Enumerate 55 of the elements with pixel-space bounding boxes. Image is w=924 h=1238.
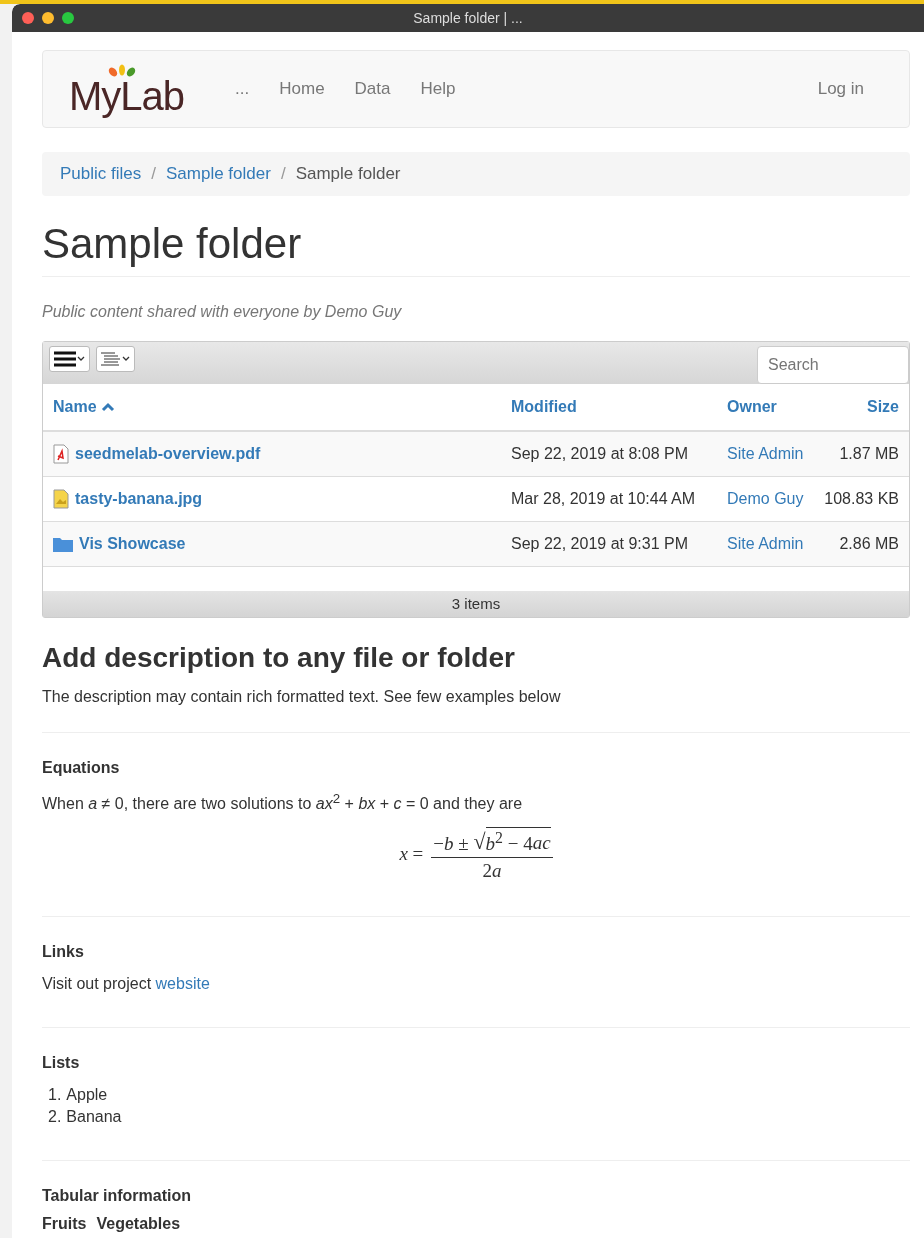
owner-link[interactable]: Demo Guy: [727, 490, 804, 508]
quadratic-formula: x = −b ± √b$^{2}$ − 4ac 2a: [398, 827, 554, 882]
caret-icon: [122, 356, 130, 362]
section-heading: Equations: [42, 759, 121, 777]
section-heading: Lists: [42, 1053, 81, 1072]
window-title: Sample folder | ...: [413, 10, 523, 26]
login-link[interactable]: Log in: [802, 79, 879, 99]
breadcrumb-separator: /: [280, 164, 286, 184]
file-name-link[interactable]: tasty-banana.jpg: [75, 490, 203, 508]
section-heading: Links: [42, 942, 85, 961]
menu-icon: [54, 351, 76, 367]
section-title: Add description to any file or folder: [42, 642, 516, 674]
list-view-button[interactable]: [49, 346, 90, 372]
image-file-icon: [53, 489, 69, 509]
subtitle: Public content shared with everyone by Demo Guy: [42, 303, 403, 321]
nav-link[interactable]: Home: [264, 79, 340, 99]
section-heading: Tabular information: [42, 1186, 193, 1205]
search-field[interactable]: Search: [757, 346, 909, 384]
breadcrumb-current-page: Sample folder: [295, 164, 401, 184]
file-name-link[interactable]: Vis Showcase: [79, 535, 186, 553]
table-header-cell: Fruits: [42, 1214, 87, 1233]
nav-link[interactable]: Help: [405, 79, 471, 99]
item-count-footer: 3 items: [43, 591, 909, 617]
nav-link[interactable]: Data: [339, 79, 406, 99]
equation-sentence: When a ≠ 0, there are two solutions to ax$^{2}$ + bx + c = 0 and they are: [42, 791, 524, 814]
website-link[interactable]: website: [155, 974, 210, 992]
close-button[interactable]: [22, 12, 34, 24]
sort-up-icon: [100, 402, 115, 412]
pdf-file-icon: [53, 444, 69, 464]
breadcrumb-separator: /: [151, 164, 156, 184]
list-item: Apple: [66, 1085, 108, 1104]
file-size: 108.83 KB: [824, 490, 899, 508]
leaves-icon: [107, 64, 137, 78]
list-marker: 2.: [48, 1107, 62, 1126]
breadcrumb-link[interactable]: Sample folder: [166, 164, 271, 184]
modified-date: Sep 22, 2019 at 9:31 PM: [511, 535, 688, 553]
maximize-button[interactable]: [62, 12, 74, 24]
caret-icon: [77, 356, 85, 362]
modified-date: Mar 28, 2019 at 10:44 AM: [511, 490, 696, 508]
nav-link[interactable]: ...: [220, 79, 265, 99]
text-lines-icon: [101, 351, 121, 367]
modified-date: Sep 22, 2019 at 8:08 PM: [511, 445, 688, 463]
link-sentence: Visit out project website: [42, 974, 211, 993]
list-item: Banana: [66, 1107, 122, 1126]
file-size: 2.86 MB: [839, 535, 899, 553]
intro-text: The description may contain rich formatted text. See few examples below: [42, 688, 562, 706]
folder-icon: [53, 536, 73, 552]
list-marker: 1.: [48, 1085, 62, 1104]
minimize-button[interactable]: [42, 12, 54, 24]
breadcrumb-link[interactable]: Public files: [60, 164, 142, 184]
columns-button[interactable]: [96, 346, 135, 372]
page-title: Sample folder: [42, 220, 910, 277]
file-name-link[interactable]: seedmelab-overview.pdf: [75, 445, 261, 463]
file-size: 1.87 MB: [839, 445, 899, 463]
table-header-cell: Vegetables: [96, 1214, 181, 1233]
